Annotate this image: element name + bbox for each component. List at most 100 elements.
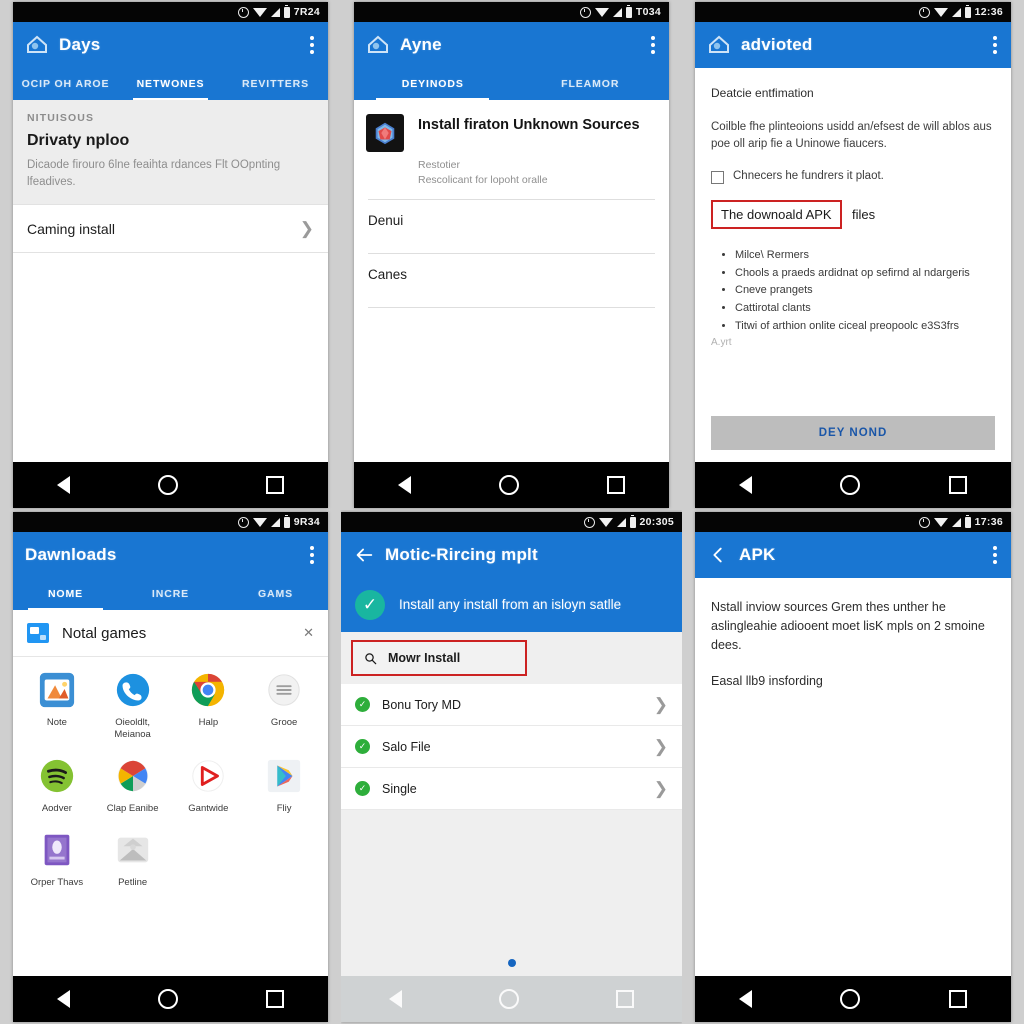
chevron-down-icon[interactable]: ✕ xyxy=(303,625,314,641)
app-tile[interactable]: Clap Eanibe xyxy=(95,755,171,815)
tab-1[interactable]: FLEAMOR xyxy=(512,68,670,100)
app-tile[interactable]: Note xyxy=(19,669,95,741)
nav-recents-icon[interactable] xyxy=(266,476,284,494)
nav-home-icon[interactable] xyxy=(840,989,861,1009)
settings-section: NITUISOUS Drivaty nploo Dicaode firouro … xyxy=(13,100,328,205)
app-tile[interactable]: Oieoldlt, Meianoa xyxy=(95,669,171,741)
wifi-icon xyxy=(598,517,613,527)
app-tile[interactable]: Orper Thavs xyxy=(19,829,95,889)
phone-icon xyxy=(112,669,154,711)
nav-home-icon[interactable] xyxy=(158,989,178,1009)
body-paragraph: Coilble fhe plinteoions usidd an/efsest … xyxy=(711,120,992,151)
signal-icon xyxy=(270,7,280,17)
kebab-menu-icon[interactable] xyxy=(993,545,997,565)
folder-icon xyxy=(27,623,49,643)
panel-cell-1: 7R24 Days OCIP OH AROE NETWONES REVITTER… xyxy=(0,0,341,510)
nav-recents-icon[interactable] xyxy=(607,476,625,494)
tab-0[interactable]: OCIP OH AROE xyxy=(13,68,118,100)
search-area: Mowr Install xyxy=(341,632,682,684)
list-item[interactable]: Caming install ❯ xyxy=(13,204,328,254)
nav-back-icon[interactable] xyxy=(57,476,70,494)
list-item[interactable]: Canes xyxy=(354,254,669,295)
phone-advioted-apk: 12:36 advioted Deatcie entfimation Coilb… xyxy=(695,2,1011,508)
list-item-label: Single xyxy=(382,781,417,796)
app-tile[interactable]: Halp xyxy=(171,669,247,741)
nav-home-icon[interactable] xyxy=(498,989,519,1009)
app-tile[interactable]: Gantwide xyxy=(171,755,247,815)
checkbox-label: Chnecers he fundrers it plaot. xyxy=(733,170,884,183)
apk-info-body: Nstall inviow sources Grem thes unther h… xyxy=(695,578,1011,691)
status-time: 12:36 xyxy=(974,6,1003,18)
tab-1[interactable]: NETWONES xyxy=(118,68,223,100)
phone-apk-info: 17:36 APK Nstall inviow sources Grem the… xyxy=(695,512,1011,1022)
list-item[interactable]: ✓ Salo File ❯ xyxy=(341,726,682,768)
list-item[interactable]: Denui xyxy=(354,200,669,241)
app-label: Clap Eanibe xyxy=(106,802,159,814)
app-tile[interactable]: Petline xyxy=(95,829,171,889)
app-bar: Dawnloads xyxy=(13,532,328,578)
book-icon xyxy=(36,829,78,871)
app-bar-title: advioted xyxy=(741,35,813,54)
nav-back-icon[interactable] xyxy=(739,990,753,1008)
nav-recents-icon[interactable] xyxy=(948,990,967,1008)
status-bar: 9R34 xyxy=(13,512,328,532)
app-tile[interactable]: Grooe xyxy=(246,669,322,741)
primary-action-button[interactable]: DEY NOND xyxy=(711,416,995,450)
kebab-menu-icon[interactable] xyxy=(310,545,314,565)
battery-icon xyxy=(964,514,971,528)
list-item-label: Caming install xyxy=(27,220,115,237)
tab-2[interactable]: REVITTERS xyxy=(223,68,328,100)
chevron-back-icon[interactable] xyxy=(707,544,729,566)
kebab-menu-icon[interactable] xyxy=(651,35,655,55)
banner-text: Install any install from an isloyn satll… xyxy=(399,596,622,612)
youtube-icon xyxy=(187,755,229,797)
nav-back-icon[interactable] xyxy=(398,476,411,494)
nav-home-icon[interactable] xyxy=(158,475,178,495)
checkbox-row[interactable]: Chnecers he fundrers it plaot. xyxy=(711,170,995,185)
status-bar: 7R24 xyxy=(13,2,328,22)
search-input[interactable]: Mowr Install xyxy=(351,640,527,676)
nav-back-icon[interactable] xyxy=(57,990,70,1008)
phone-settings-days: 7R24 Days OCIP OH AROE NETWONES REVITTER… xyxy=(13,2,328,508)
list-item[interactable]: ✓ Bonu Tory MD ❯ xyxy=(341,684,682,726)
nav-home-icon[interactable] xyxy=(840,475,861,495)
footnote: A.yrt xyxy=(711,337,732,349)
content-area: Deatcie entfimation Coilble fhe plinteoi… xyxy=(695,68,1011,462)
nav-recents-icon[interactable] xyxy=(615,990,634,1008)
wifi-icon xyxy=(252,517,267,527)
arrow-back-icon[interactable] xyxy=(353,544,375,566)
alarm-clock-icon xyxy=(918,516,930,528)
kebab-menu-icon[interactable] xyxy=(993,35,997,55)
tab-1[interactable]: INCRE xyxy=(118,578,223,610)
app-tile[interactable]: Fliy xyxy=(246,755,322,815)
tab-2[interactable]: GAMS xyxy=(223,578,328,610)
highlighted-term[interactable]: The downoald APK xyxy=(711,200,842,230)
nav-recents-icon[interactable] xyxy=(948,476,967,494)
folder-label: Notal games xyxy=(62,624,147,642)
chevron-right-icon: ❯ xyxy=(653,737,668,756)
tab-0[interactable]: NOME xyxy=(13,578,118,610)
list-item: Milce\ Rermers xyxy=(735,247,995,265)
tab-0[interactable]: DEYINODS xyxy=(354,68,512,100)
nav-home-icon[interactable] xyxy=(499,475,519,495)
folder-row[interactable]: Notal games ✕ xyxy=(13,610,328,657)
nav-back-icon[interactable] xyxy=(389,990,403,1008)
wifi-icon xyxy=(252,7,267,17)
kebab-menu-icon[interactable] xyxy=(310,35,314,55)
checkbox[interactable] xyxy=(711,171,724,185)
body-paragraph: Easal llb9 insfording xyxy=(711,674,823,689)
app-label: Petline xyxy=(118,876,148,888)
section-label: NITUISOUS xyxy=(27,112,95,124)
battery-icon xyxy=(283,4,290,18)
nav-recents-icon[interactable] xyxy=(266,990,284,1008)
app-tile[interactable]: Aodver xyxy=(19,755,95,815)
panel-cell-3: 12:36 advioted Deatcie entfimation Coilb… xyxy=(682,0,1024,510)
menu-circle-icon xyxy=(263,669,305,711)
search-icon xyxy=(364,652,377,665)
nav-back-icon[interactable] xyxy=(739,476,753,494)
app-label: Gantwide xyxy=(188,802,229,814)
alarm-clock-icon xyxy=(237,6,249,18)
list-item[interactable]: ✓ Single ❯ xyxy=(341,768,682,810)
app-label: Fliy xyxy=(276,802,292,814)
app-label: Orper Thavs xyxy=(30,876,84,888)
